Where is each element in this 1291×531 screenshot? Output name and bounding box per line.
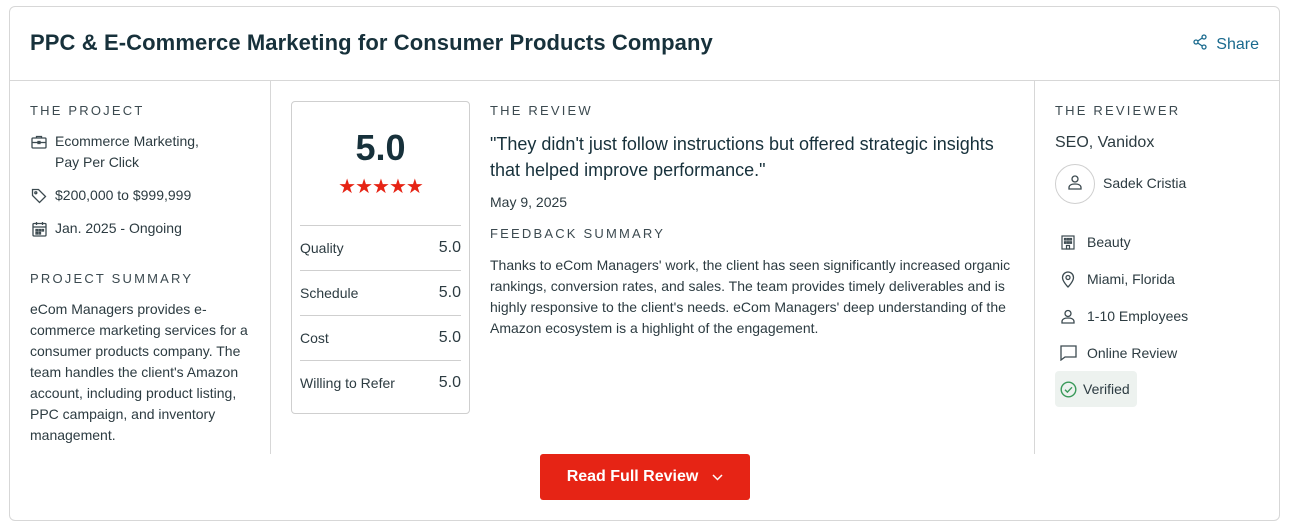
read-full-review-button[interactable]: Read Full Review bbox=[540, 454, 750, 500]
project-section-label: THE PROJECT bbox=[30, 103, 145, 118]
column-divider bbox=[270, 81, 271, 454]
project-summary-label: PROJECT SUMMARY bbox=[30, 271, 194, 286]
services-line-1: Ecommerce Marketing, bbox=[55, 133, 199, 149]
rating-label: Quality bbox=[300, 240, 344, 256]
avatar bbox=[1055, 164, 1095, 204]
review-title: PPC & E-Commerce Marketing for Consumer … bbox=[30, 30, 713, 55]
location-pin-icon bbox=[1059, 270, 1077, 288]
share-icon bbox=[1192, 34, 1216, 55]
review-quote: "They didn't just follow instructions bu… bbox=[490, 134, 994, 180]
chat-bubble-icon bbox=[1059, 344, 1077, 362]
feedback-summary-text: Thanks to eCom Managers' work, the clien… bbox=[490, 257, 1011, 336]
reviewer-name: Sadek Cristia bbox=[1103, 175, 1187, 191]
project-services: Ecommerce Marketing, Pay Per Click bbox=[30, 131, 199, 173]
rating-value: 5.0 bbox=[438, 374, 461, 391]
industry-value: Beauty bbox=[1087, 234, 1131, 250]
rating-label: Cost bbox=[300, 330, 329, 346]
reviewer-title: SEO, Vanidox bbox=[1055, 134, 1155, 151]
share-button[interactable]: Share bbox=[1192, 34, 1259, 55]
rating-row-willing-to-refer: Willing to Refer 5.0 bbox=[300, 360, 461, 405]
review-card: PPC & E-Commerce Marketing for Consumer … bbox=[9, 6, 1280, 521]
star-rating: ★★★★★ bbox=[338, 176, 424, 198]
reviewer-review-type: Online Review bbox=[1059, 344, 1177, 362]
review-section-label: THE REVIEW bbox=[490, 103, 593, 118]
rating-row-quality: Quality 5.0 bbox=[300, 225, 461, 270]
timeline-value: Jan. 2025 - Ongoing bbox=[55, 220, 182, 236]
calendar-icon bbox=[30, 220, 48, 238]
project-timeline: Jan. 2025 - Ongoing bbox=[30, 218, 182, 239]
reviewer-section-label: THE REVIEWER bbox=[1055, 103, 1181, 118]
briefcase-icon bbox=[30, 133, 48, 151]
column-divider bbox=[1034, 81, 1035, 454]
reviewer-industry: Beauty bbox=[1059, 233, 1131, 251]
tag-icon bbox=[30, 187, 48, 205]
chevron-down-icon bbox=[698, 468, 723, 486]
person-icon bbox=[1059, 307, 1077, 325]
rating-label: Schedule bbox=[300, 285, 359, 301]
rating-row-schedule: Schedule 5.0 bbox=[300, 270, 461, 315]
company-size-value: 1-10 Employees bbox=[1087, 308, 1189, 324]
rating-label: Willing to Refer bbox=[300, 375, 395, 391]
rating-value: 5.0 bbox=[438, 284, 461, 301]
rating-value: 5.0 bbox=[438, 239, 461, 256]
read-full-review-label: Read Full Review bbox=[566, 468, 699, 485]
project-summary-text: eCom Managers provides e-commerce market… bbox=[30, 301, 248, 443]
rating-value: 5.0 bbox=[438, 329, 461, 346]
review-type-value: Online Review bbox=[1087, 345, 1178, 361]
review-date: May 9, 2025 bbox=[490, 194, 568, 210]
building-icon bbox=[1059, 233, 1077, 251]
feedback-summary-label: FEEDBACK SUMMARY bbox=[490, 226, 666, 241]
share-label: Share bbox=[1216, 35, 1259, 53]
services-line-2: Pay Per Click bbox=[55, 154, 140, 170]
reviewer-location: Miami, Florida bbox=[1059, 270, 1175, 288]
check-circle-icon bbox=[1060, 380, 1077, 398]
rating-row-cost: Cost 5.0 bbox=[300, 315, 461, 360]
location-value: Miami, Florida bbox=[1087, 271, 1175, 287]
overall-rating: 5.0 bbox=[355, 127, 406, 168]
rating-box: 5.0 ★★★★★ Quality 5.0 Schedule 5.0 Cost … bbox=[291, 101, 470, 414]
review-header: PPC & E-Commerce Marketing for Consumer … bbox=[10, 7, 1279, 81]
user-icon bbox=[1067, 174, 1083, 195]
verified-label: Verified bbox=[1083, 381, 1130, 397]
verified-badge: Verified bbox=[1055, 371, 1137, 407]
reviewer-company-size: 1-10 Employees bbox=[1059, 307, 1188, 325]
budget-value: $200,000 to $999,999 bbox=[55, 187, 192, 203]
project-budget: $200,000 to $999,999 bbox=[30, 185, 191, 206]
